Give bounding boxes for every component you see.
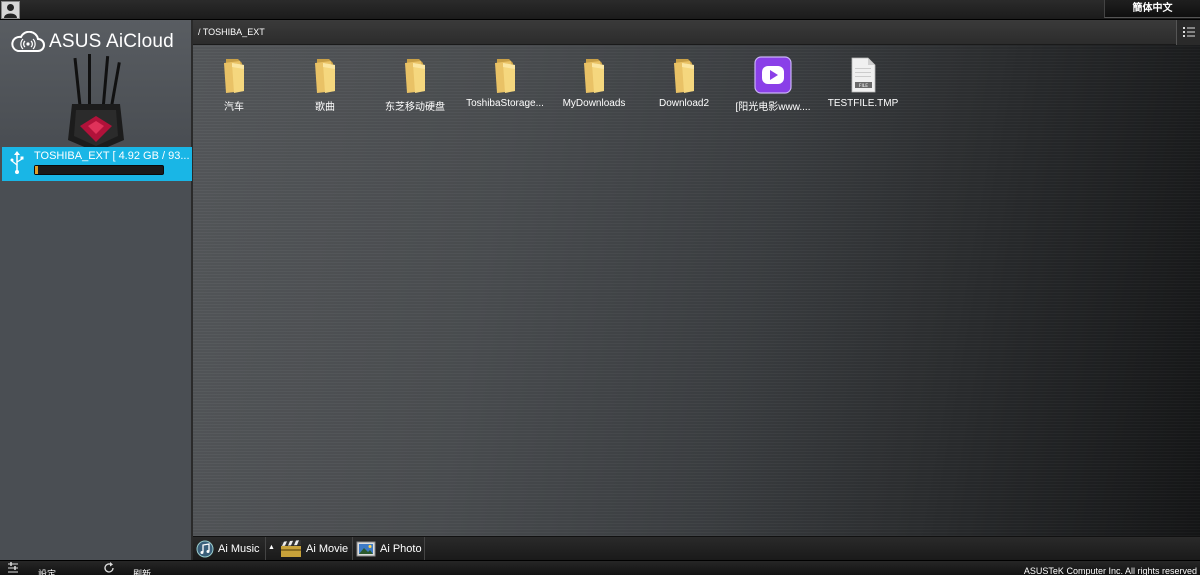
router-image: [68, 54, 124, 152]
drive-label: TOSHIBA_EXT [ 4.92 GB / 93...: [34, 150, 190, 162]
folder-icon: [584, 59, 604, 93]
list-view-icon: [1183, 27, 1195, 37]
app-tabs: Ai Music ▲ Ai Movie Ai Photo: [193, 536, 1200, 561]
folder-item[interactable]: 汽车: [192, 55, 276, 113]
music-icon: [196, 540, 214, 558]
folder-item[interactable]: Download2: [642, 55, 726, 109]
tab-ai-music-label: Ai Music: [218, 543, 260, 555]
file-name: MyDownloads: [562, 98, 626, 109]
tab-ai-photo-label: Ai Photo: [380, 543, 422, 555]
photo-icon: [356, 541, 376, 557]
file-browser: 汽车 歌曲 东芝移动硬盘 ToshibaStorage... MyDownloads Do…: [193, 45, 1200, 536]
language-selector[interactable]: 簡体中文: [1104, 0, 1200, 18]
svg-text:FILE: FILE: [859, 83, 868, 89]
tab-ai-photo[interactable]: Ai Photo: [353, 537, 425, 561]
tab-ai-movie[interactable]: Ai Movie: [277, 537, 353, 561]
file-name: 汽车: [224, 102, 244, 113]
user-icon: [4, 4, 17, 18]
sidebar: ASUS AiCloud TOSHIBA_EXT [ 4.92 GB / 93.…: [0, 20, 193, 561]
refresh-label: 刷新: [133, 570, 152, 575]
video-file-icon: [754, 56, 792, 94]
logo: ASUS AiCloud: [10, 28, 174, 56]
folder-item[interactable]: ToshibaStorage...: [463, 55, 547, 109]
folder-icon: [405, 59, 425, 93]
folder-icon: [674, 59, 694, 93]
user-button[interactable]: [1, 1, 20, 19]
folder-icon: [315, 59, 335, 93]
copyright-text: ASUSTeK Computer Inc. All rights reserve…: [1023, 566, 1197, 575]
drive-usage-bar: [34, 165, 164, 175]
tab-ai-movie-label: Ai Movie: [306, 543, 349, 555]
drive-item-toshiba[interactable]: TOSHIBA_EXT [ 4.92 GB / 93...: [2, 147, 192, 181]
file-name: Download2: [658, 98, 710, 109]
file-item[interactable]: [阳光电影www....: [731, 55, 815, 113]
refresh-icon: [104, 562, 114, 573]
folder-item[interactable]: MyDownloads: [552, 55, 636, 109]
usb-icon: [10, 151, 24, 174]
cloud-icon: [11, 31, 45, 52]
generic-file-icon: FILE: [851, 57, 876, 93]
file-name: [阳光电影www....: [735, 102, 811, 113]
file-name: 歌曲: [315, 102, 335, 113]
refresh-button[interactable]: 刷新: [102, 561, 151, 575]
folder-icon: [224, 59, 244, 93]
settings-icon: [8, 562, 18, 573]
logo-text: ASUS AiCloud: [49, 31, 174, 52]
expand-tabs-button[interactable]: ▲: [266, 537, 277, 561]
file-name: TESTFILE.TMP: [827, 98, 899, 109]
settings-label: 設定: [38, 570, 57, 575]
file-item[interactable]: FILE TESTFILE.TMP: [821, 55, 905, 109]
drive-usage-fill: [35, 166, 38, 174]
movie-icon: [281, 540, 301, 557]
breadcrumb[interactable]: / TOSHIBA_EXT: [198, 27, 265, 37]
tab-ai-music[interactable]: Ai Music: [193, 537, 266, 561]
folder-item[interactable]: 东芝移动硬盘: [373, 55, 457, 113]
list-view-button[interactable]: [1176, 20, 1200, 45]
file-name: ToshibaStorage...: [466, 98, 544, 109]
folder-item[interactable]: 歌曲: [283, 55, 367, 113]
settings-button[interactable]: 設定: [6, 561, 56, 575]
path-bar: / TOSHIBA_EXT: [193, 20, 1200, 45]
footer: 設定 刷新 ASUSTeK Computer Inc. All rights r…: [0, 560, 1200, 575]
file-name: 东芝移动硬盘: [385, 102, 445, 113]
folder-icon: [495, 59, 515, 93]
top-bar: 簡体中文: [0, 0, 1200, 20]
